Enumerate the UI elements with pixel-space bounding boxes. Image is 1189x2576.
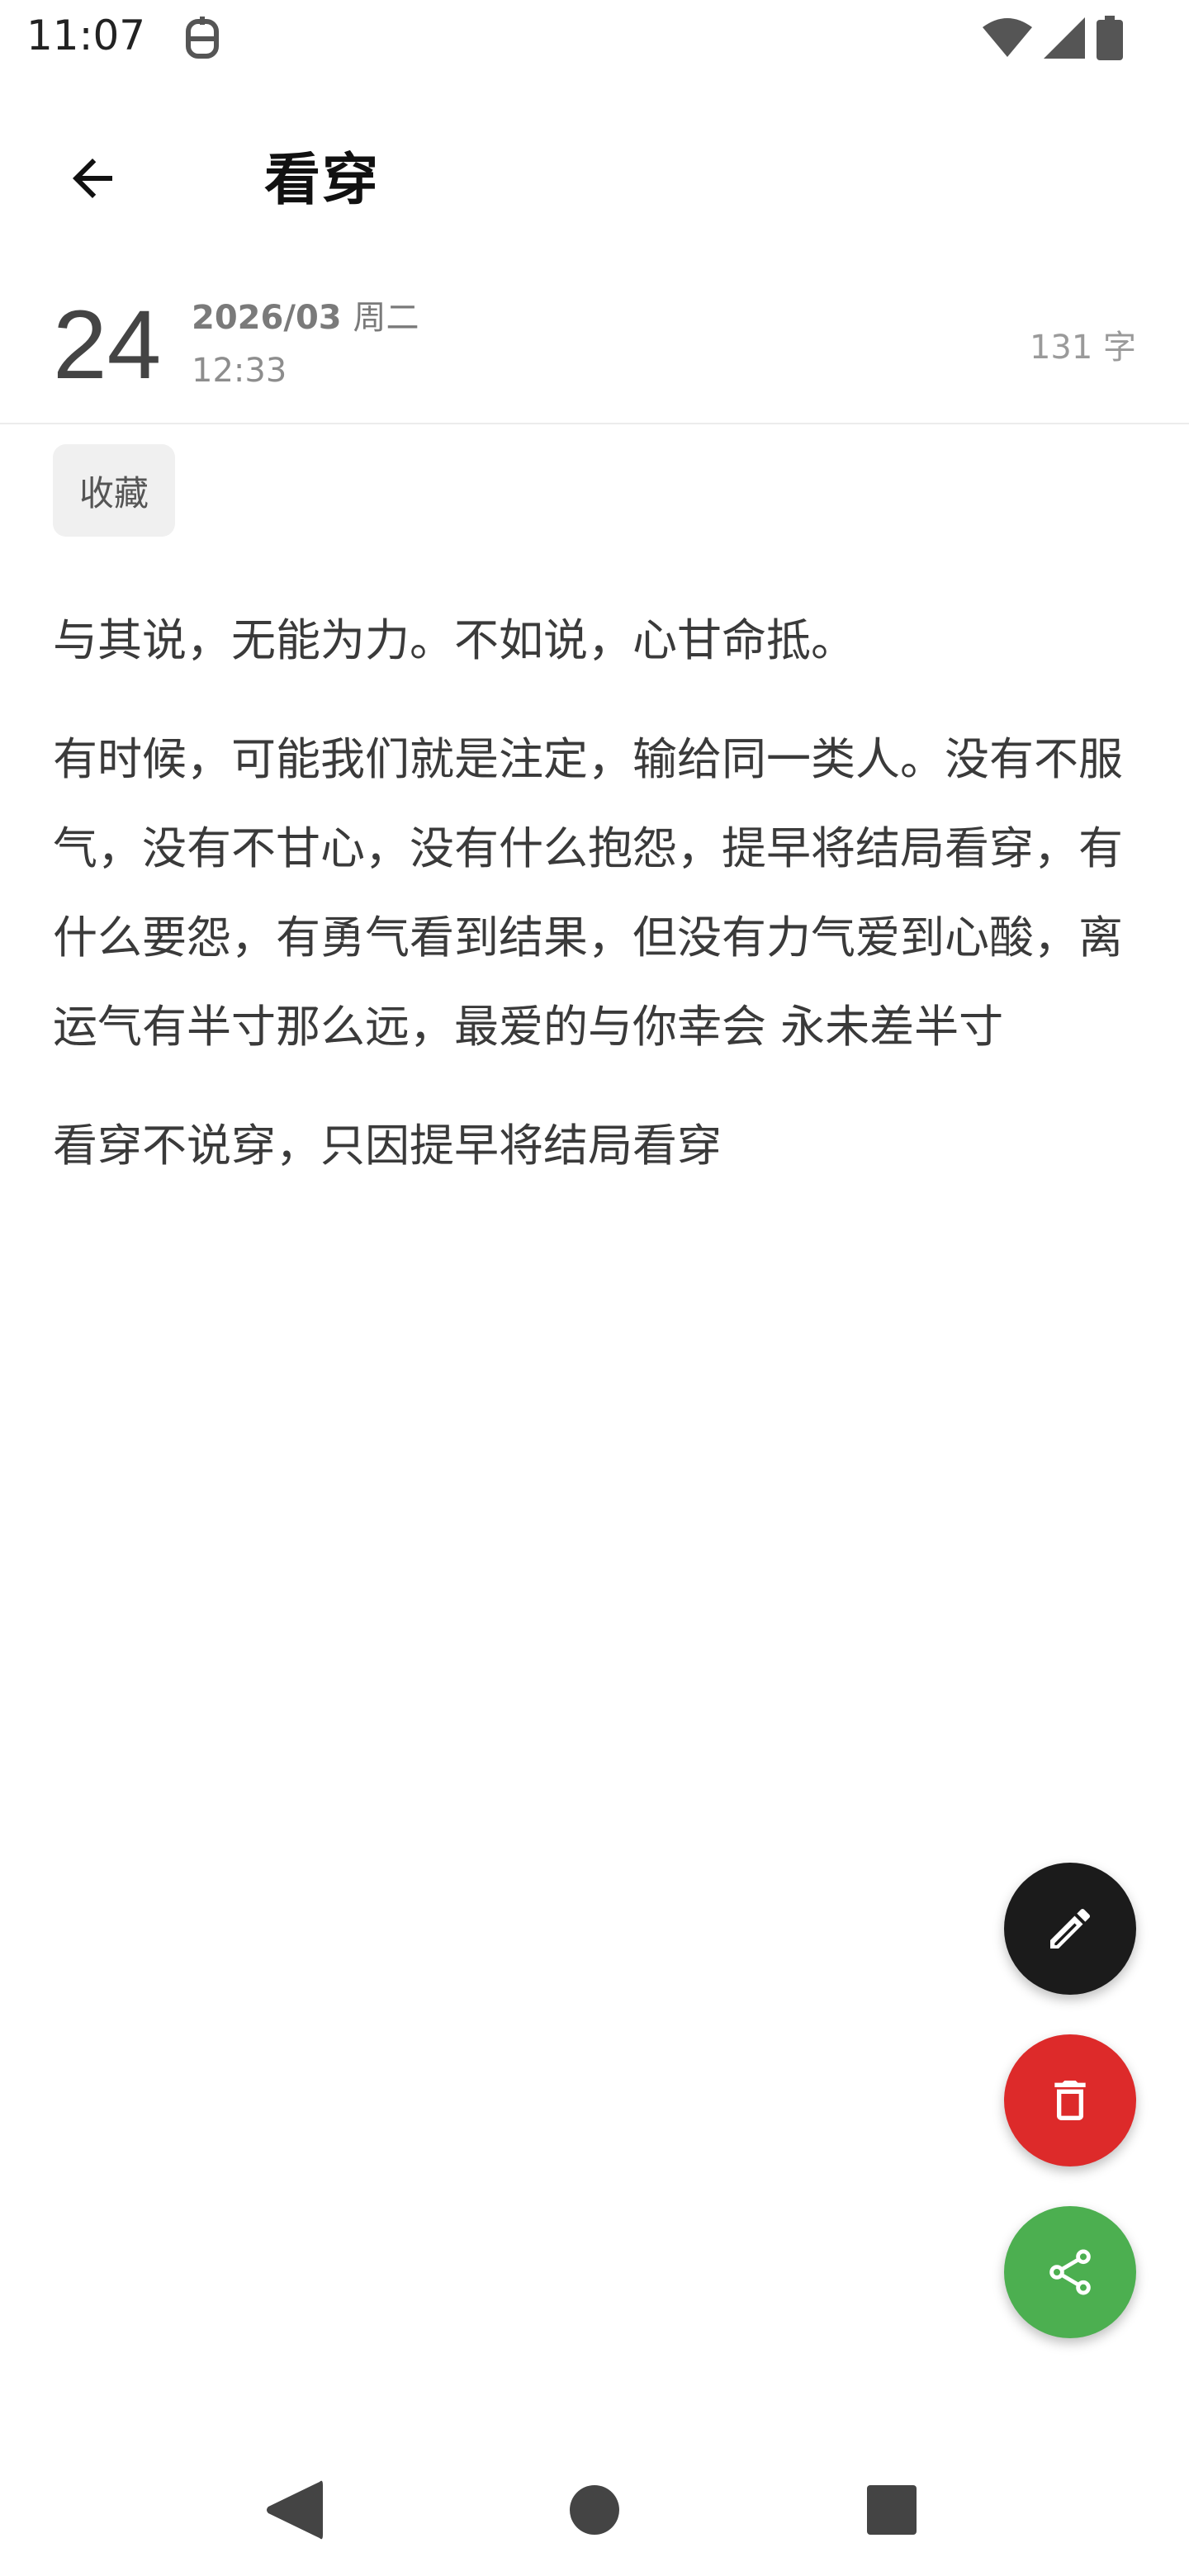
recents-square-icon xyxy=(867,2485,917,2535)
share-icon xyxy=(1049,2249,1091,2295)
status-icons xyxy=(983,16,1123,64)
trash-icon xyxy=(1054,2081,1086,2120)
signal-icon xyxy=(1044,17,1085,62)
tag-chip-favorite[interactable]: 收藏 xyxy=(53,444,176,537)
entry-date-header: 24 2026/03 周二 12:33 131 字 xyxy=(0,264,1189,424)
battery-icon xyxy=(1097,16,1123,64)
status-time: 11:07 xyxy=(26,12,146,59)
entry-day: 24 xyxy=(53,291,162,400)
home-circle-icon xyxy=(570,2485,619,2535)
notification-icon xyxy=(182,17,223,61)
entry-year-month-value: 2026/03 xyxy=(192,299,342,337)
content-paragraph: 与其说，无能为力。不如说，心甘命抵。 xyxy=(53,614,855,666)
content-paragraph: 有时候，可能我们就是注定，输给同一类人。没有不服气，没有不甘心，没有什么抱怨，提… xyxy=(53,733,1123,1053)
nav-back-button[interactable] xyxy=(253,2469,335,2551)
content-paragraph: 看穿不说穿，只因提早将结局看穿 xyxy=(53,1120,722,1172)
share-button[interactable] xyxy=(1004,2206,1136,2338)
nav-recents-button[interactable] xyxy=(850,2469,933,2551)
status-bar: 11:07 xyxy=(0,0,1189,79)
app-bar: 看穿 xyxy=(0,79,1189,264)
system-nav-bar xyxy=(0,2444,1189,2576)
back-triangle-icon xyxy=(267,2480,323,2540)
entry-year-month: 2026/03 周二 xyxy=(192,291,419,339)
entry-weekday: 周二 xyxy=(353,299,419,337)
entry-time: 12:33 xyxy=(192,352,287,390)
delete-button[interactable] xyxy=(1004,2034,1136,2166)
back-button[interactable] xyxy=(46,132,139,225)
entry-content: 与其说，无能为力。不如说，心甘命抵。 有时候，可能我们就是注定，输给同一类人。没… xyxy=(53,596,1136,1220)
word-count: 131 字 xyxy=(1029,329,1136,367)
wifi-icon xyxy=(983,17,1032,62)
arrow-left-icon xyxy=(73,159,112,198)
pencil-icon xyxy=(1050,1908,1091,1949)
page-title: 看穿 xyxy=(264,148,381,213)
edit-button[interactable] xyxy=(1004,1863,1136,1995)
nav-home-button[interactable] xyxy=(553,2469,636,2551)
